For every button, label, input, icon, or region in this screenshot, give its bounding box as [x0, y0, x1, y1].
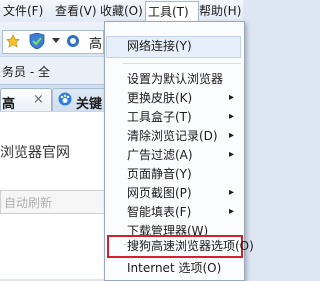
menu-file[interactable]: 文件(F) — [3, 3, 43, 19]
submenu-arrow-icon: ▸ — [229, 130, 235, 141]
shield-icon[interactable] — [28, 33, 48, 49]
menu-item-internet-options[interactable]: Internet 选项(O) — [127, 259, 221, 277]
submenu-arrow-icon: ▸ — [229, 187, 235, 198]
submenu-arrow-icon: ▸ — [229, 149, 235, 160]
search-engine-icon[interactable] — [66, 34, 80, 48]
submenu-arrow-icon: ▸ — [229, 206, 235, 217]
search-placeholder: 自动刷新 — [4, 196, 53, 210]
menu-item-autofill[interactable]: 智能填表(F) — [127, 203, 191, 221]
paw-icon — [58, 92, 72, 106]
menu-item-screenshot[interactable]: 网页截图(P) — [127, 184, 192, 202]
links-bar-text[interactable]: 务员 - 全 — [2, 63, 50, 80]
menu-item-set-default[interactable]: 设置为默认浏览器 — [127, 70, 223, 88]
menu-item-toolbox[interactable]: 工具盒子(T) — [127, 108, 192, 126]
menu-item-network[interactable]: 网络连接(Y) — [127, 37, 192, 55]
page-heading: 浏览器官网 — [0, 145, 70, 161]
menu-separator — [123, 63, 241, 64]
tab-close-icon[interactable]: × — [33, 92, 44, 107]
tab-active-label: 高 — [2, 97, 16, 112]
menu-help[interactable]: 帮助(H) — [199, 3, 241, 19]
menu-item-ad-filter[interactable]: 广告过滤(A) — [127, 146, 193, 164]
submenu-arrow-icon: ▸ — [229, 92, 235, 103]
menu-item-clear-history[interactable]: 清除浏览记录(D) — [127, 127, 218, 145]
tab-second-label: 关键 — [76, 97, 103, 112]
menu-item-browser-options[interactable]: 搜狗高速浏览器选项(O) — [127, 237, 254, 255]
dropdown-arrow-icon[interactable] — [52, 38, 60, 44]
menu-view[interactable]: 查看(V) — [55, 3, 97, 19]
menu-item-skin[interactable]: 更换皮肤(K) — [127, 89, 192, 107]
favorite-star-icon[interactable] — [6, 34, 20, 48]
tools-dropdown-menu: 网络连接(Y) 设置为默认浏览器 更换皮肤(K) ▸ 工具盒子(T) ▸ 清除浏… — [104, 21, 254, 281]
submenu-arrow-icon: ▸ — [229, 111, 235, 122]
menu-item-mute-page[interactable]: 页面静音(Y) — [127, 165, 192, 183]
address-text: 高 — [89, 37, 103, 52]
menu-favorites[interactable]: 收藏(O) — [100, 3, 143, 19]
menu-tools[interactable]: 工具(T) — [145, 1, 199, 22]
